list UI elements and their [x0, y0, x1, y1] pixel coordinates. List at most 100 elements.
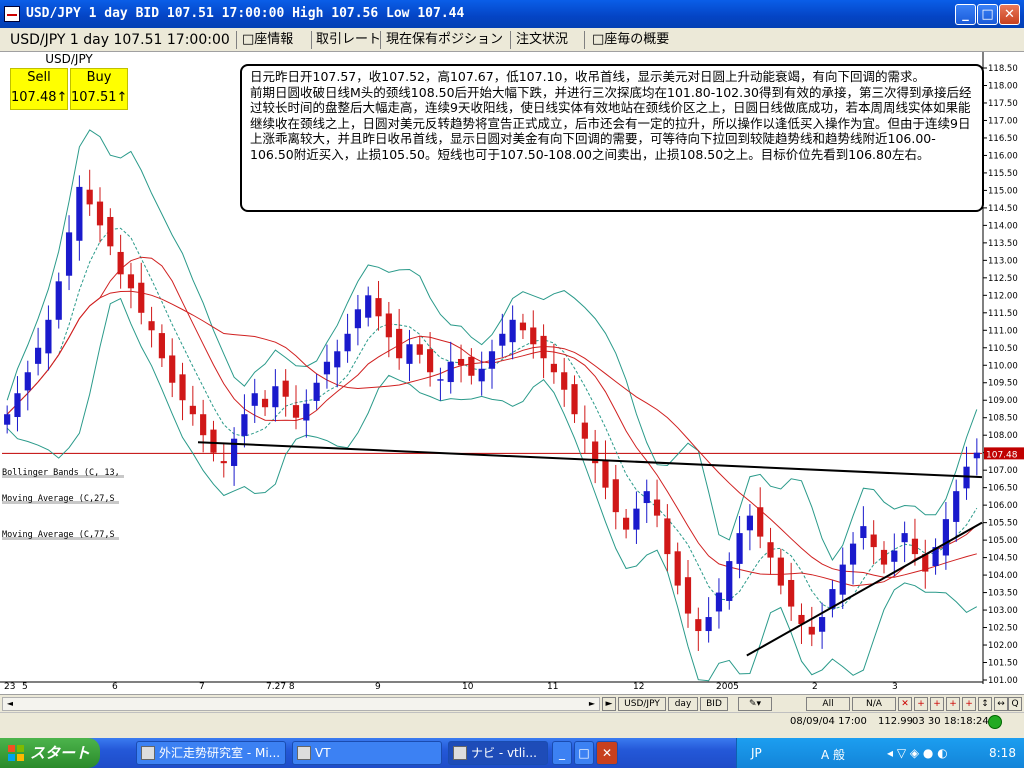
tool-icon[interactable]: ↕ [978, 697, 992, 711]
candle-body [303, 403, 310, 421]
system-tray: JP A 般 ◂ ▽ ◈ ● ◐ 8:18 [736, 738, 1024, 768]
task-maximize-icon[interactable]: □ [574, 741, 594, 765]
task-vt[interactable]: VT [292, 741, 442, 765]
candle-body [839, 564, 846, 595]
scroll-left-arrow-icon[interactable]: ◄ [3, 698, 17, 710]
all-button[interactable]: All [806, 697, 850, 711]
candle-body [251, 393, 258, 406]
candle-body [519, 322, 527, 331]
period-selector[interactable]: day [668, 697, 698, 711]
top-toolbar: USD/JPY 1 day 107.51 17:00:00 □座情報 取引レート… [0, 28, 1024, 52]
price-label: 115.50 [988, 169, 1018, 179]
zoom-icon[interactable]: Q [1008, 697, 1022, 711]
start-button[interactable]: スタート [0, 738, 100, 768]
candle-body [447, 361, 454, 383]
task-label: ナビ - vtli... [471, 746, 537, 760]
time-tick: 7.27 8 [266, 682, 295, 692]
tool-icon[interactable]: + [946, 697, 960, 711]
buy-button[interactable]: Buy 107.51↑ [70, 68, 128, 110]
candle-body [860, 526, 867, 539]
price-label: 106.50 [988, 484, 1018, 494]
candle-body [344, 333, 351, 352]
quote-pair: USD/JPY [10, 52, 128, 68]
price-label: 102.50 [988, 624, 1018, 634]
maximize-button[interactable]: □ [977, 4, 998, 25]
sell-label: Sell [27, 70, 51, 85]
price-label: 105.00 [988, 536, 1018, 546]
sell-price: 107.48 [11, 90, 57, 105]
symbol-selector[interactable]: USD/JPY [618, 697, 666, 711]
candle-body [571, 384, 578, 415]
candle-body [107, 216, 114, 247]
task-word-doc[interactable]: 外汇走势研究室 - Mi... [136, 741, 286, 765]
indicator-label-bollinger[interactable]: Bollinger Bands (C, 13, [2, 468, 124, 478]
candle-body [127, 274, 135, 289]
tab-account-info[interactable]: □座情報 [242, 30, 293, 50]
candle-body [323, 361, 331, 375]
tool-icon[interactable]: + [930, 697, 944, 711]
candle-body [200, 414, 207, 436]
tab-positions[interactable]: 現在保有ポジション [386, 30, 503, 50]
candle-body [437, 379, 444, 381]
document-icon [141, 746, 155, 760]
candle-body [179, 374, 186, 401]
candle-body [736, 533, 743, 564]
status-bar: 08/09/04 17:00 112.99 03 30 18:18:24 [0, 712, 1024, 730]
tool-icon[interactable]: + [962, 697, 976, 711]
candle-body [819, 617, 826, 632]
price-label: 106.00 [988, 501, 1018, 511]
candle-body [870, 534, 877, 548]
scroll-right-arrow-icon[interactable]: ► [585, 698, 599, 710]
task-close-icon[interactable]: ✕ [596, 741, 618, 765]
na-button[interactable]: N/A [852, 697, 896, 711]
candle-body [705, 617, 712, 632]
language-indicator[interactable]: JP [751, 746, 762, 760]
toolbar-separator [380, 31, 381, 49]
price-label: 115.00 [988, 186, 1018, 196]
candle-body [385, 313, 392, 338]
sell-button[interactable]: Sell 107.48↑ [10, 68, 68, 110]
indicator-label-ma27[interactable]: Moving Average (C,27,S [2, 494, 119, 504]
candle-body [746, 515, 753, 531]
trendlines [197, 441, 983, 657]
price-label: 112.50 [988, 274, 1018, 284]
price-label: 117.00 [988, 116, 1018, 126]
tab-rates[interactable]: 取引レート [316, 30, 381, 50]
side-selector[interactable]: BID [700, 697, 728, 711]
minimize-button[interactable]: _ [955, 4, 976, 25]
time-tick: 10 [462, 682, 474, 692]
toolbar-separator [584, 31, 585, 49]
tab-account-summary[interactable]: □座毎の概要 [592, 30, 669, 50]
candle-body [189, 405, 196, 415]
task-navi[interactable]: ナビ - vtli... [448, 741, 548, 765]
candle-body [241, 414, 248, 436]
ime-indicator[interactable]: A 般 [821, 746, 845, 763]
time-tick: 2 [812, 682, 818, 692]
task-label: 外汇走势研究室 - Mi... [159, 746, 281, 760]
price-label: 104.50 [988, 554, 1018, 564]
app-icon [297, 746, 311, 760]
window-bottom-border [0, 730, 1024, 738]
buy-label: Buy [86, 70, 112, 85]
price-label: 114.00 [988, 221, 1018, 231]
tool-icon[interactable]: ↔ [994, 697, 1008, 711]
task-minimize-icon[interactable]: _ [552, 741, 572, 765]
indicator-label-ma77[interactable]: Moving Average (C,77,S [2, 530, 119, 540]
play-icon[interactable]: ► [602, 697, 616, 711]
tool-icon[interactable]: + [914, 697, 928, 711]
tab-orders[interactable]: 注文状況 [516, 30, 568, 50]
chart-scrollbar[interactable]: ◄ ► [2, 697, 600, 711]
price-label: 109.50 [988, 379, 1018, 389]
candle-body [365, 295, 372, 318]
buy-price: 107.51 [71, 90, 117, 105]
candle-body [354, 309, 361, 329]
candle-body [457, 358, 465, 366]
trendline [746, 521, 983, 657]
tool-icon[interactable]: ✕ [898, 697, 912, 711]
time-tick: 11 [547, 682, 559, 692]
price-label: 109.00 [988, 396, 1018, 406]
app-icon [4, 6, 20, 22]
candle-body [602, 460, 609, 488]
draw-tool-icon[interactable]: ✎▾ [738, 697, 772, 711]
close-button[interactable]: ✕ [999, 4, 1020, 25]
